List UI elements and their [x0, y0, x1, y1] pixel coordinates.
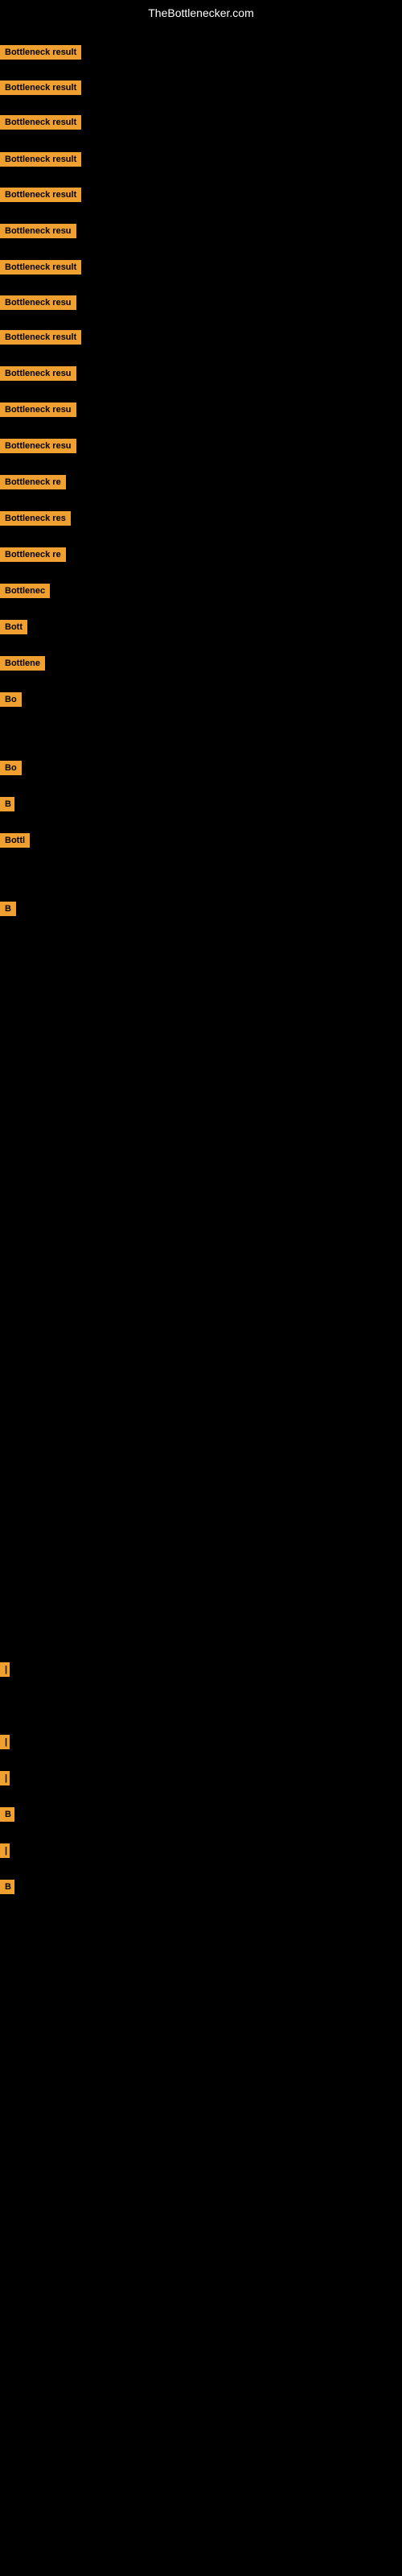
bottleneck-badge-19: Bo	[0, 692, 22, 707]
bottleneck-badge-wrapper-8: Bottleneck resu	[0, 295, 76, 314]
bottleneck-badge-8: Bottleneck resu	[0, 295, 76, 310]
bottleneck-badge-wrapper-10: Bottleneck resu	[0, 366, 76, 385]
bottleneck-badge-26: |	[0, 1771, 10, 1785]
bottleneck-badge-wrapper-1: Bottleneck result	[0, 45, 81, 64]
bottleneck-badge-25: |	[0, 1735, 10, 1749]
bottleneck-badge-wrapper-29: B	[0, 1880, 14, 1898]
bottleneck-badge-22: Bottl	[0, 833, 30, 848]
bottleneck-badge-wrapper-20: Bo	[0, 761, 22, 779]
bottleneck-badge-wrapper-5: Bottleneck result	[0, 188, 81, 206]
bottleneck-badge-17: Bott	[0, 620, 27, 634]
bottleneck-badge-wrapper-4: Bottleneck result	[0, 152, 81, 171]
bottleneck-badge-3: Bottleneck result	[0, 115, 81, 130]
bottleneck-badge-wrapper-18: Bottlene	[0, 656, 45, 675]
bottleneck-badge-wrapper-26: |	[0, 1771, 6, 1790]
bottleneck-badge-15: Bottleneck re	[0, 547, 66, 562]
bottleneck-badge-6: Bottleneck resu	[0, 224, 76, 238]
bottleneck-badge-wrapper-21: B	[0, 797, 14, 815]
bottleneck-badge-wrapper-19: Bo	[0, 692, 22, 711]
bottleneck-badge-5: Bottleneck result	[0, 188, 81, 202]
bottleneck-badge-16: Bottlenec	[0, 584, 50, 598]
bottleneck-badge-wrapper-27: B	[0, 1807, 14, 1826]
bottleneck-badge-12: Bottleneck resu	[0, 439, 76, 453]
bottleneck-badge-27: B	[0, 1807, 14, 1822]
bottleneck-badge-wrapper-28: |	[0, 1843, 6, 1862]
bottleneck-badge-wrapper-9: Bottleneck result	[0, 330, 81, 349]
bottleneck-badge-18: Bottlene	[0, 656, 45, 671]
bottleneck-badge-29: B	[0, 1880, 14, 1894]
bottleneck-badge-7: Bottleneck result	[0, 260, 81, 275]
bottleneck-badge-2: Bottleneck result	[0, 80, 81, 95]
bottleneck-badge-21: B	[0, 797, 14, 811]
bottleneck-badge-20: Bo	[0, 761, 22, 775]
bottleneck-badge-wrapper-16: Bottlenec	[0, 584, 50, 602]
bottleneck-badge-wrapper-7: Bottleneck result	[0, 260, 81, 279]
bottleneck-badge-wrapper-3: Bottleneck result	[0, 115, 81, 134]
bottleneck-badge-wrapper-12: Bottleneck resu	[0, 439, 76, 457]
site-title: TheBottlenecker.com	[0, 6, 402, 19]
bottleneck-badge-10: Bottleneck resu	[0, 366, 76, 381]
bottleneck-badge-4: Bottleneck result	[0, 152, 81, 167]
bottleneck-badge-14: Bottleneck res	[0, 511, 71, 526]
bottleneck-badge-24: |	[0, 1662, 10, 1677]
bottleneck-badge-1: Bottleneck result	[0, 45, 81, 60]
bottleneck-badge-wrapper-6: Bottleneck resu	[0, 224, 76, 242]
bottleneck-badge-wrapper-14: Bottleneck res	[0, 511, 71, 530]
bottleneck-badge-9: Bottleneck result	[0, 330, 81, 345]
bottleneck-badge-wrapper-13: Bottleneck re	[0, 475, 66, 493]
bottleneck-badge-wrapper-2: Bottleneck result	[0, 80, 81, 99]
bottleneck-badge-wrapper-24: |	[0, 1662, 6, 1681]
bottleneck-badge-wrapper-17: Bott	[0, 620, 27, 638]
bottleneck-badge-11: Bottleneck resu	[0, 402, 76, 417]
bottleneck-badge-wrapper-25: |	[0, 1735, 6, 1753]
bottleneck-badge-23: B	[0, 902, 16, 916]
bottleneck-badge-wrapper-11: Bottleneck resu	[0, 402, 76, 421]
bottleneck-badge-13: Bottleneck re	[0, 475, 66, 489]
bottleneck-badge-wrapper-23: B	[0, 902, 16, 920]
bottleneck-badge-28: |	[0, 1843, 10, 1858]
bottleneck-badge-wrapper-15: Bottleneck re	[0, 547, 66, 566]
bottleneck-badge-wrapper-22: Bottl	[0, 833, 30, 852]
